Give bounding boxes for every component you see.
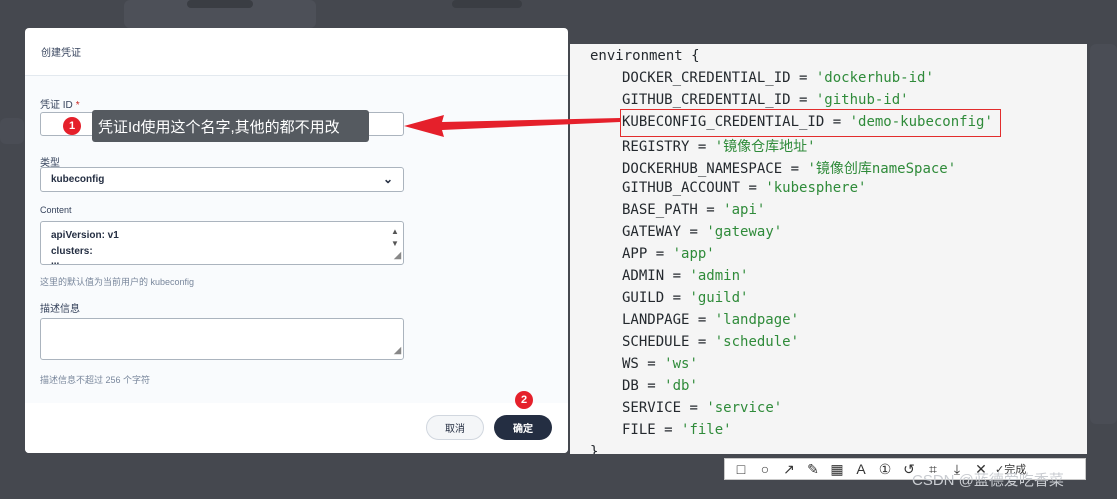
watermark: CSDN @蓝德爱吃香菜 (912, 472, 1064, 489)
annotation-arrow (404, 115, 620, 137)
step-badge-1: 1 (63, 117, 81, 135)
step-badge-2: 2 (515, 391, 533, 409)
annotation-tooltip: 凭证Id使用这个名字,其他的都不用改 (92, 110, 369, 142)
arrow-icon (404, 115, 620, 137)
text-tool-icon[interactable]: A (849, 458, 873, 480)
pen-tool-icon[interactable]: ✎ (801, 458, 825, 480)
ellipse-tool-icon[interactable]: ○ (753, 458, 777, 480)
rectangle-tool-icon[interactable]: □ (729, 458, 753, 480)
arrow-tool-icon[interactable]: ↗ (777, 458, 801, 480)
number-tool-icon[interactable]: ① (873, 458, 897, 480)
mosaic-tool-icon[interactable]: ▦ (825, 458, 849, 480)
